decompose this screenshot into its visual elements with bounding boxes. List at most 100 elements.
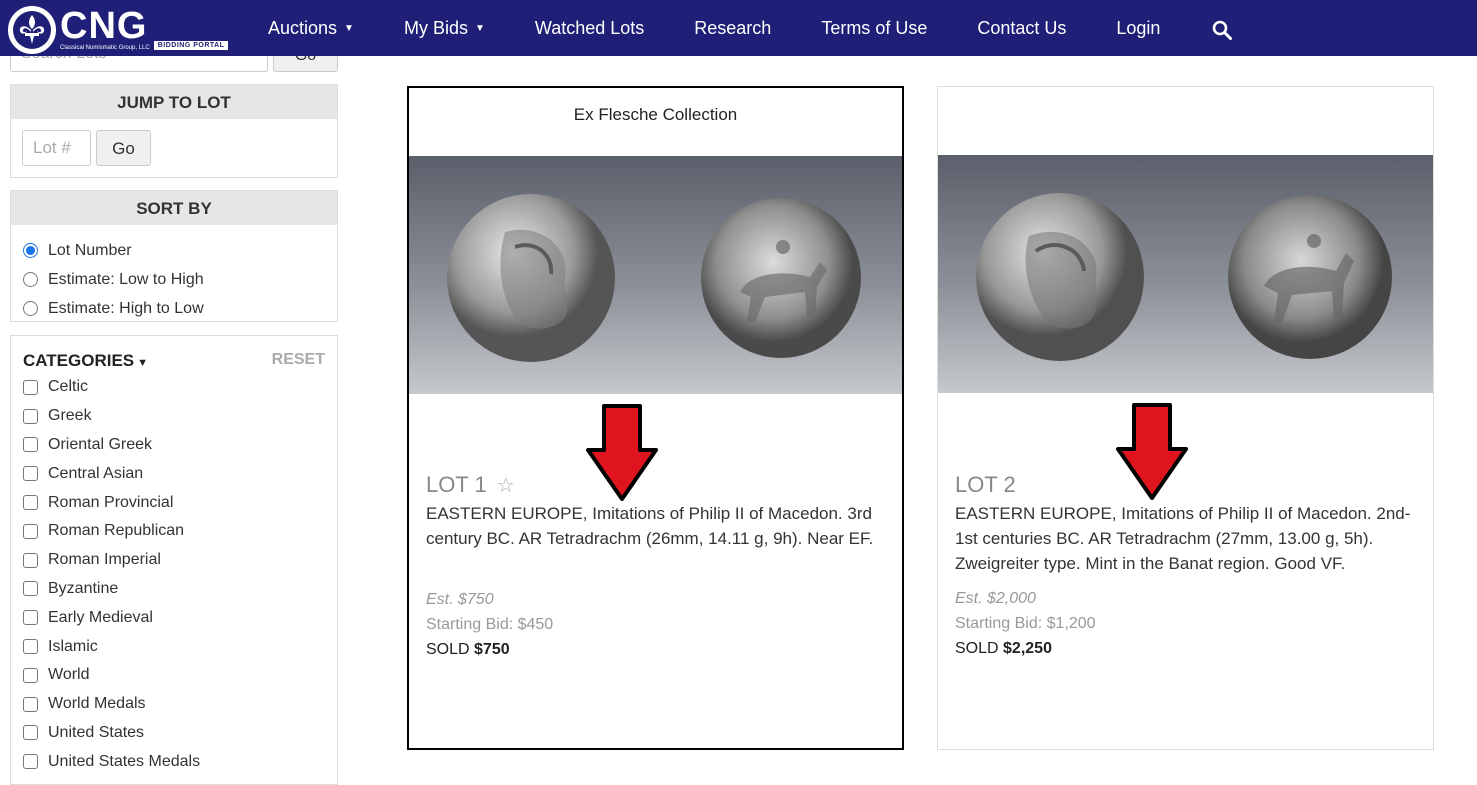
category-label: Celtic xyxy=(48,378,89,396)
radio-selected[interactable] xyxy=(23,243,38,258)
category-label: World xyxy=(48,666,90,684)
caret-down-icon: ▼ xyxy=(474,22,485,34)
lot-card-1[interactable]: Ex Flesche Collection LOT 1 ☆ EASTERN EUR… xyxy=(407,86,904,750)
brand-subtitle: Classical Numismatic Group, LLC xyxy=(60,45,150,51)
lot-description: EASTERN EUROPE, Imitations of Philip II … xyxy=(426,504,874,548)
nav-terms-label: Terms of Use xyxy=(821,17,928,38)
lot-estimate: Est. $750 xyxy=(426,591,494,608)
checkbox[interactable] xyxy=(23,667,38,683)
lot-description: EASTERN EUROPE, Imitations of Philip II … xyxy=(955,504,1411,573)
lot-starting-bid: Starting Bid: $450 xyxy=(426,616,554,633)
lot-sold: SOLD $2,250 xyxy=(955,640,1052,658)
sort-by-panel: SORT BY Lot Number Estimate: Low to High… xyxy=(10,190,338,322)
category-item[interactable]: Byzantine xyxy=(23,575,325,604)
category-item[interactable]: Roman Provincial xyxy=(23,488,325,517)
category-item[interactable]: World Medals xyxy=(23,690,325,719)
checkbox[interactable] xyxy=(23,696,38,712)
sold-price: $750 xyxy=(474,641,510,658)
checkbox[interactable] xyxy=(23,408,38,424)
coin-reverse-image xyxy=(701,198,861,358)
category-label: United States Medals xyxy=(48,752,201,770)
sort-option-estimate-low-high[interactable]: Estimate: Low to High xyxy=(23,265,325,294)
watch-star-icon[interactable]: ☆ xyxy=(497,475,515,497)
lot-1-coin-photo[interactable] xyxy=(409,156,902,394)
categories-toggle[interactable]: CATEGORIES ▼ xyxy=(23,351,148,371)
category-label: Oriental Greek xyxy=(48,435,153,453)
bidding-portal-badge: BIDDING PORTAL xyxy=(153,40,229,50)
lot-provenance: Ex Flesche Collection xyxy=(573,105,738,124)
lot-2-coin-photo[interactable] xyxy=(938,155,1433,393)
top-navbar: CNG Classical Numismatic Group, LLC BIDD… xyxy=(0,0,1477,56)
red-down-arrow-icon xyxy=(586,404,658,501)
checkbox[interactable] xyxy=(23,523,38,539)
sort-option-label: Estimate: High to Low xyxy=(48,299,204,317)
nav-contact-label: Contact Us xyxy=(977,17,1067,38)
checkbox[interactable] xyxy=(23,495,38,511)
checkbox[interactable] xyxy=(23,610,38,626)
nav-watched-lots-label: Watched Lots xyxy=(534,17,645,38)
lot-number: LOT 1 xyxy=(426,472,487,497)
nav-login[interactable]: Login xyxy=(1116,18,1160,39)
category-label: Central Asian xyxy=(48,464,144,482)
nav-my-bids-label: My Bids xyxy=(403,17,468,38)
lot-number-input[interactable]: Lot # xyxy=(22,130,91,166)
category-label: World Medals xyxy=(48,695,146,713)
nav-auctions[interactable]: Auctions ▼ xyxy=(268,18,354,39)
sort-option-label: Estimate: Low to High xyxy=(48,270,204,288)
categories-reset-button[interactable]: RESET xyxy=(272,351,325,371)
category-label: Byzantine xyxy=(48,579,119,597)
lot-card-2[interactable]: LOT 2 EASTERN EUROPE, Imitations of Phil… xyxy=(937,86,1434,750)
brand-name: CNG xyxy=(60,5,148,47)
category-item[interactable]: United States xyxy=(23,719,325,748)
checkbox[interactable] xyxy=(23,639,38,655)
checkbox[interactable] xyxy=(23,552,38,568)
category-item[interactable]: Roman Republican xyxy=(23,517,325,546)
category-item[interactable]: Islamic xyxy=(23,632,325,661)
nav-menu: Auctions ▼ My Bids ▼ Watched Lots Resear… xyxy=(268,0,1210,56)
search-go-button[interactable]: Go xyxy=(273,56,338,72)
lot-provenance xyxy=(938,87,1433,155)
category-item[interactable]: Celtic xyxy=(23,373,325,402)
caret-down-icon: ▼ xyxy=(344,22,354,34)
nav-my-bids[interactable]: My Bids ▼ xyxy=(404,18,485,39)
nav-login-label: Login xyxy=(1116,17,1161,38)
category-item[interactable]: Early Medieval xyxy=(23,603,325,632)
category-label: Roman Republican xyxy=(48,522,185,540)
coin-obverse-image xyxy=(976,193,1144,361)
nav-terms-of-use[interactable]: Terms of Use xyxy=(821,18,927,39)
sort-option-lot-number[interactable]: Lot Number xyxy=(23,236,325,265)
category-label: Early Medieval xyxy=(48,608,153,626)
category-item[interactable]: Oriental Greek xyxy=(23,431,325,460)
radio-unselected[interactable] xyxy=(23,272,38,287)
nav-research[interactable]: Research xyxy=(694,18,771,39)
category-item[interactable]: Greek xyxy=(23,402,325,431)
checkbox[interactable] xyxy=(23,725,38,741)
search-lots-row: Search Lots Go xyxy=(10,56,338,72)
radio-unselected[interactable] xyxy=(23,301,38,316)
category-item[interactable]: World xyxy=(23,661,325,690)
nav-watched-lots[interactable]: Watched Lots xyxy=(535,18,644,39)
category-item[interactable]: Roman Imperial xyxy=(23,546,325,575)
categories-panel: CATEGORIES ▼ RESET Celtic Greek Oriental … xyxy=(10,335,338,785)
sold-label: SOLD xyxy=(426,641,470,658)
checkbox[interactable] xyxy=(23,379,38,395)
fleur-de-lis-icon xyxy=(8,6,56,54)
lot-number: LOT 2 xyxy=(955,472,1016,497)
category-item[interactable]: Central Asian xyxy=(23,459,325,488)
categories-heading: CATEGORIES xyxy=(23,351,135,370)
checkbox[interactable] xyxy=(23,754,38,770)
sort-option-estimate-high-low[interactable]: Estimate: High to Low xyxy=(23,294,325,323)
checkbox[interactable] xyxy=(23,437,38,453)
search-icon[interactable] xyxy=(1212,20,1232,40)
jump-go-button[interactable]: Go xyxy=(96,130,151,166)
checkbox[interactable] xyxy=(23,581,38,597)
lot-title[interactable]: LOT 2 xyxy=(955,472,1016,498)
search-lots-input[interactable]: Search Lots xyxy=(10,56,268,72)
category-label: Roman Imperial xyxy=(48,551,161,569)
coin-reverse-image xyxy=(1228,195,1392,359)
category-item[interactable]: United States Medals xyxy=(23,747,325,776)
cng-logo[interactable]: CNG Classical Numismatic Group, LLC BIDD… xyxy=(8,5,229,54)
checkbox[interactable] xyxy=(23,466,38,482)
lot-title[interactable]: LOT 1 ☆ xyxy=(426,472,515,498)
nav-contact-us[interactable]: Contact Us xyxy=(977,18,1066,39)
